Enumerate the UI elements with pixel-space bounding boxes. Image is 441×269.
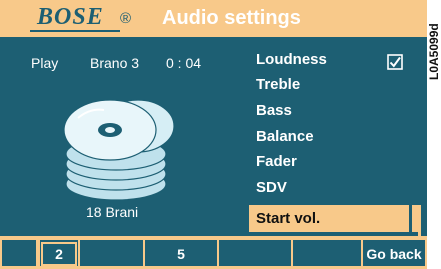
go-back-button[interactable]: Go back: [363, 240, 425, 266]
registered-mark: ®: [120, 10, 132, 27]
softkey-blank-2[interactable]: [219, 240, 291, 266]
softkey-blank-3[interactable]: [293, 240, 361, 266]
menu-item-start-vol[interactable]: Start vol.: [256, 208, 320, 230]
menu-item-fader[interactable]: Fader: [256, 151, 297, 173]
time-readout: 0 : 04: [166, 55, 202, 71]
figure-code: L0A5099d: [427, 23, 441, 80]
menu-item-bass[interactable]: Bass: [256, 100, 292, 122]
menu-item-treble[interactable]: Treble: [256, 74, 300, 96]
menu-item-balance[interactable]: Balance: [256, 126, 314, 148]
softkey-blank-0[interactable]: [2, 240, 36, 266]
menu-item-loudness[interactable]: Loudness: [256, 49, 327, 71]
softkey-focus-frame: [41, 242, 77, 266]
track-count: 18 Brani: [86, 204, 139, 220]
checkbox-checked-icon[interactable]: [387, 54, 403, 70]
play-status: Play: [31, 55, 59, 71]
softkey-blank-1[interactable]: [80, 240, 143, 266]
cd-stack-icon: [63, 99, 175, 201]
menu-item-sdv[interactable]: SDV: [256, 177, 287, 199]
softkey-5[interactable]: 5: [145, 240, 217, 266]
page-title: Audio settings: [162, 7, 301, 29]
brand-logo: BOSE: [37, 4, 104, 30]
track-label: Brano 3: [90, 55, 140, 71]
logo-underline: [30, 30, 120, 32]
